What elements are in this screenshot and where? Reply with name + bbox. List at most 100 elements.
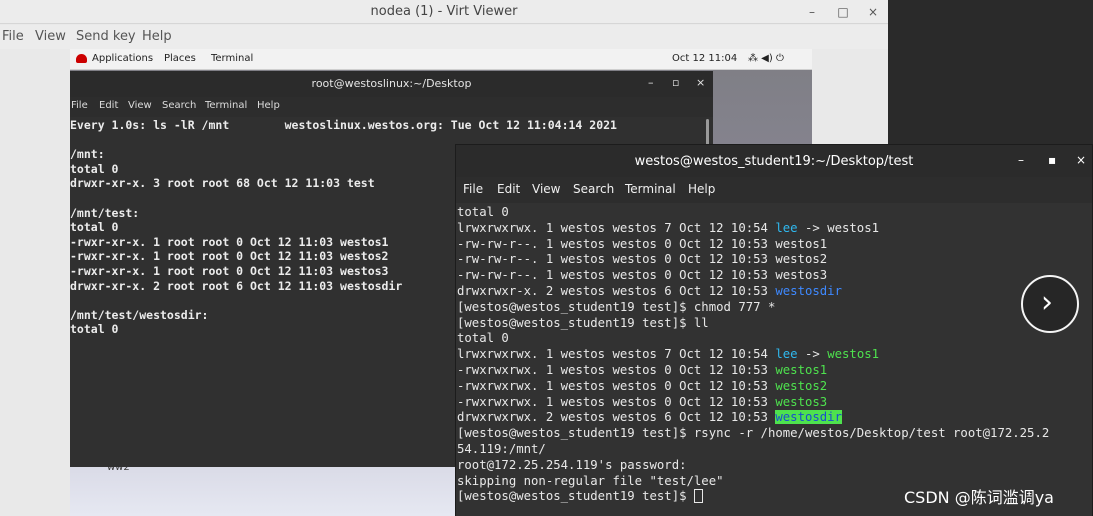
minimize-icon[interactable]: –	[648, 76, 654, 89]
system-tray-icons[interactable]: ⁂ ◀) ⏻	[748, 53, 784, 64]
minimize-icon[interactable]: –	[1018, 153, 1024, 167]
viewer-titlebar: nodea (1) - Virt Viewer – □ ×	[0, 0, 888, 24]
terminal-text-segment: total 0	[457, 331, 509, 346]
terminal-text-segment: [westos@westos_student19 test]$ rsync -r…	[457, 426, 1050, 441]
terminal-line: -rwxr-xr-x. 1 root root 0 Oct 12 11:03 w…	[70, 234, 389, 249]
terminal-line: /mnt/test:	[70, 205, 140, 220]
menu-help[interactable]: Help	[257, 100, 280, 111]
student-terminal-window[interactable]: westos@westos_student19:~/Desktop/test –…	[455, 144, 1093, 516]
terminal-line: /mnt/test/westosdir:	[70, 307, 209, 322]
menu-edit[interactable]: Edit	[99, 100, 118, 111]
terminal-text-segment: -rw-rw-r--. 1 westos westos 0 Oct 12 10:…	[457, 236, 828, 251]
terminal-line: [westos@westos_student19 test]$ rsync -r…	[457, 426, 1049, 440]
menu-view[interactable]: View	[532, 182, 560, 196]
terminal-text-segment: westosdir	[775, 284, 842, 298]
menu-send-key[interactable]: Send key	[76, 29, 136, 44]
terminal-text-segment: westos1	[775, 363, 828, 377]
chevron-right-icon: ›	[1041, 285, 1053, 320]
terminal-line: -rwxrwxrwx. 1 westos westos 0 Oct 12 10:…	[457, 395, 827, 409]
menu-view[interactable]: View	[35, 29, 66, 44]
terminal-text-segment: lee	[775, 347, 798, 362]
csdn-watermark: CSDN @陈词滥调ya	[904, 488, 1054, 507]
terminal-text-segment: westos2	[775, 378, 828, 393]
menu-help[interactable]: Help	[142, 29, 172, 44]
redhat-icon	[76, 54, 87, 63]
menu-help[interactable]: Help	[688, 182, 715, 196]
applications-menu[interactable]: Applications	[92, 53, 153, 64]
terminal-text-segment: [westos@westos_student19 test]$ chmod 77…	[457, 299, 776, 314]
menu-view[interactable]: View	[128, 100, 152, 111]
terminal-line: drwxrwxr-x. 2 westos westos 6 Oct 12 10:…	[457, 284, 842, 298]
terminal-text-segment: westos1	[827, 347, 880, 362]
close-icon[interactable]: ×	[1076, 153, 1086, 167]
student-terminal-output[interactable]: total 0 lrwxrwxrwx. 1 westos westos 7 Oct…	[456, 203, 1092, 516]
menu-edit[interactable]: Edit	[497, 182, 520, 196]
terminal-text-segment: drwxrwxr-x. 2 westos westos 6 Oct 12 10:…	[457, 284, 776, 298]
root-terminal-titlebar: root@westoslinux:~/Desktop – ▫ ×	[70, 71, 713, 97]
terminal-line: [westos@westos_student19 test]$	[457, 489, 703, 504]
terminal-line: drwxr-xr-x. 3 root root 68 Oct 12 11:03 …	[70, 176, 375, 191]
terminal-line: total 0	[457, 331, 509, 345]
terminal-text-segment: total 0	[457, 205, 509, 219]
maximize-icon[interactable]: □	[832, 2, 854, 22]
terminal-line: lrwxrwxrwx. 1 westos westos 7 Oct 12 10:…	[457, 347, 879, 361]
terminal-line: root@172.25.254.119's password:	[457, 458, 687, 472]
terminal-line: -rw-rw-r--. 1 westos westos 0 Oct 12 10:…	[457, 268, 827, 282]
terminal-text-segment: [westos@westos_student19 test]$ ll	[457, 315, 709, 330]
terminal-line: skipping non-regular file "test/lee"	[457, 474, 724, 488]
menu-file[interactable]: File	[71, 100, 88, 111]
student-terminal-menubar: File Edit View Search Terminal Help	[456, 177, 1092, 203]
terminal-line: -rwxr-xr-x. 1 root root 0 Oct 12 11:03 w…	[70, 264, 389, 278]
terminal-text-segment: root@172.25.254.119's password:	[457, 457, 687, 472]
terminal-line: total 0	[457, 205, 509, 219]
close-icon[interactable]: ×	[862, 2, 884, 22]
terminal-line: 54.119:/mnt/	[457, 442, 546, 456]
terminal-text-segment: -> westos1	[797, 220, 880, 235]
terminal-text-segment: skipping non-regular file "test/lee"	[457, 473, 724, 488]
terminal-text-segment: lrwxrwxrwx. 1 westos westos 7 Oct 12 10:…	[457, 220, 776, 235]
terminal-line: total 0	[70, 322, 119, 337]
maximize-icon[interactable]: ▫	[672, 76, 679, 89]
terminal-text-segment: -rw-rw-r--. 1 westos westos 0 Oct 12 10:…	[457, 268, 828, 283]
terminal-line: drwxrwxrwx. 2 westos westos 6 Oct 12 10:…	[457, 410, 842, 425]
gnome-top-bar: Applications Places Terminal Oct 12 11:0…	[70, 49, 812, 70]
menu-file[interactable]: File	[2, 29, 24, 44]
next-arrow-button[interactable]: ›	[1021, 275, 1079, 333]
menu-terminal[interactable]: Terminal	[625, 182, 676, 196]
viewer-menubar: File View Send key Help	[0, 25, 888, 49]
terminal-line: -rwxrwxrwx. 1 westos westos 0 Oct 12 10:…	[457, 363, 827, 377]
minimize-icon[interactable]: –	[801, 2, 823, 22]
menu-file[interactable]: File	[463, 182, 483, 196]
places-menu[interactable]: Places	[164, 53, 196, 64]
terminal-line: -rw-rw-r--. 1 westos westos 0 Oct 12 10:…	[457, 237, 827, 251]
menu-search[interactable]: Search	[573, 182, 614, 196]
terminal-text-segment: -rwxrwxrwx. 1 westos westos 0 Oct 12 10:…	[457, 394, 776, 409]
terminal-text-segment: -rwxrwxrwx. 1 westos westos 0 Oct 12 10:…	[457, 378, 776, 393]
maximize-icon[interactable]: ▪	[1048, 153, 1056, 167]
terminal-text-segment: ->	[797, 347, 828, 362]
terminal-line: total 0	[70, 161, 119, 176]
student-terminal-titlebar: westos@westos_student19:~/Desktop/test –…	[456, 145, 1092, 177]
terminal-line: drwxr-xr-x. 2 root root 6 Oct 12 11:03 w…	[70, 278, 403, 293]
terminal-line: /mnt:	[70, 147, 105, 162]
terminal-text-segment: lrwxrwxrwx. 1 westos westos 7 Oct 12 10:…	[457, 347, 776, 362]
terminal-text-segment: westosdir	[775, 410, 842, 425]
terminal-text-segment: 54.119:/mnt/	[457, 442, 546, 456]
terminal-line: Every 1.0s: ls -lR /mnt westoslinux.west…	[70, 118, 617, 132]
terminal-line: lrwxrwxrwx. 1 westos westos 7 Oct 12 10:…	[457, 221, 879, 235]
terminal-app-menu[interactable]: Terminal	[211, 53, 253, 64]
clock[interactable]: Oct 12 11:04	[672, 53, 737, 64]
menu-terminal[interactable]: Terminal	[205, 100, 247, 111]
terminal-line: [westos@westos_student19 test]$ chmod 77…	[457, 300, 775, 314]
terminal-text-segment: drwxrwxrwx. 2 westos westos 6 Oct 12 10:…	[457, 410, 776, 425]
menu-search[interactable]: Search	[162, 100, 196, 111]
terminal-text-segment: -rwxrwxrwx. 1 westos westos 0 Oct 12 10:…	[457, 363, 776, 377]
terminal-line: -rwxr-xr-x. 1 root root 0 Oct 12 11:03 w…	[70, 249, 389, 264]
close-icon[interactable]: ×	[696, 76, 705, 89]
root-terminal-title: root@westoslinux:~/Desktop	[311, 77, 472, 90]
root-terminal-menubar: File Edit View Search Terminal Help	[70, 97, 713, 117]
text-cursor	[693, 489, 703, 504]
terminal-text-segment: lee	[775, 220, 798, 235]
terminal-line: [westos@westos_student19 test]$ ll	[457, 316, 709, 330]
terminal-line: -rw-rw-r--. 1 westos westos 0 Oct 12 10:…	[457, 252, 827, 266]
